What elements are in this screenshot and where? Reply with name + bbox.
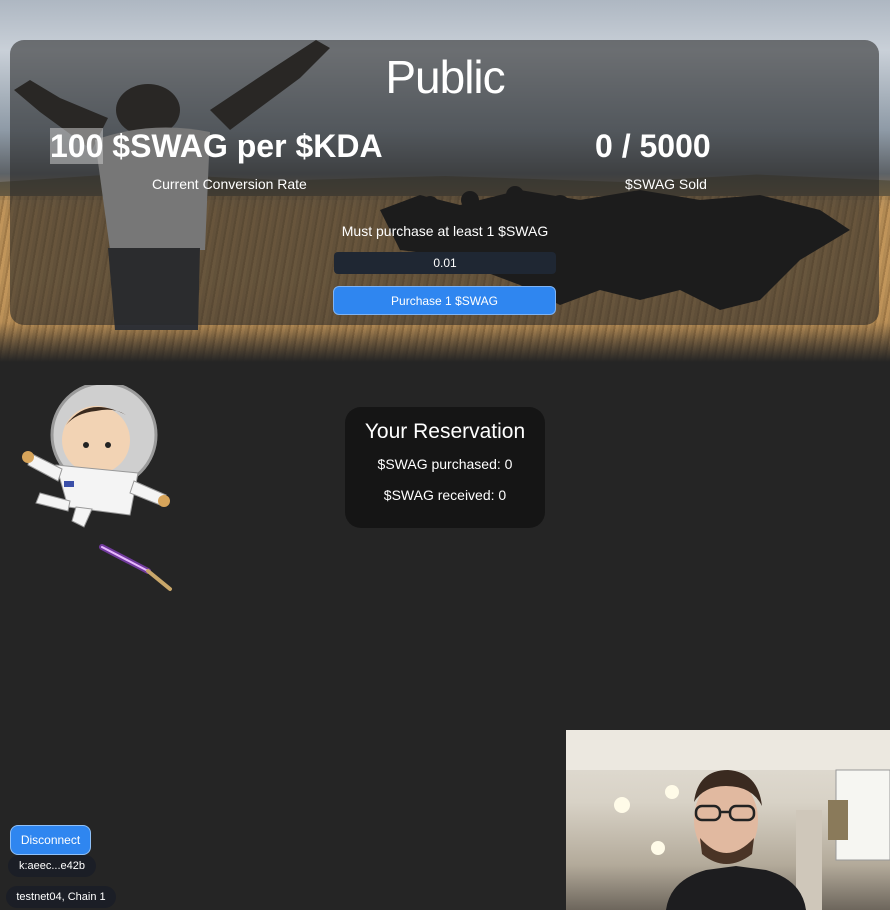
rate-number: 100 xyxy=(50,128,104,164)
astronaut-icon xyxy=(22,385,170,528)
reservation-title: Your Reservation xyxy=(364,420,526,443)
swag-sold-value: 0 / 5000 xyxy=(595,128,711,164)
purchase-button[interactable]: Purchase 1 $SWAG xyxy=(333,286,556,315)
lightsaber-icon xyxy=(99,544,172,591)
rate-unit: $SWAG per $KDA xyxy=(103,128,383,164)
hero-fade xyxy=(0,322,890,362)
min-purchase-note: Must purchase at least 1 $SWAG xyxy=(341,223,549,239)
conversion-rate-value: 100 $SWAG per $KDA xyxy=(50,128,383,165)
swag-sold-label: $SWAG Sold xyxy=(625,176,707,192)
network-badge: testnet04, Chain 1 xyxy=(6,886,116,908)
account-badge: k:aeec...e42b xyxy=(8,855,96,877)
astronaut-illustration xyxy=(22,385,172,591)
disconnect-button[interactable]: Disconnect xyxy=(10,825,91,855)
purchase-amount-input[interactable] xyxy=(334,252,556,274)
swag-purchased: $SWAG purchased: 0 xyxy=(377,456,513,472)
conversion-rate-label: Current Conversion Rate xyxy=(152,176,307,192)
webcam-overlay xyxy=(566,730,890,910)
swag-received: $SWAG received: 0 xyxy=(383,487,507,503)
webcam-feed xyxy=(566,730,890,910)
page-title: Public xyxy=(385,51,505,103)
reservation-card: Your Reservation $SWAG purchased: 0 $SWA… xyxy=(345,407,545,528)
